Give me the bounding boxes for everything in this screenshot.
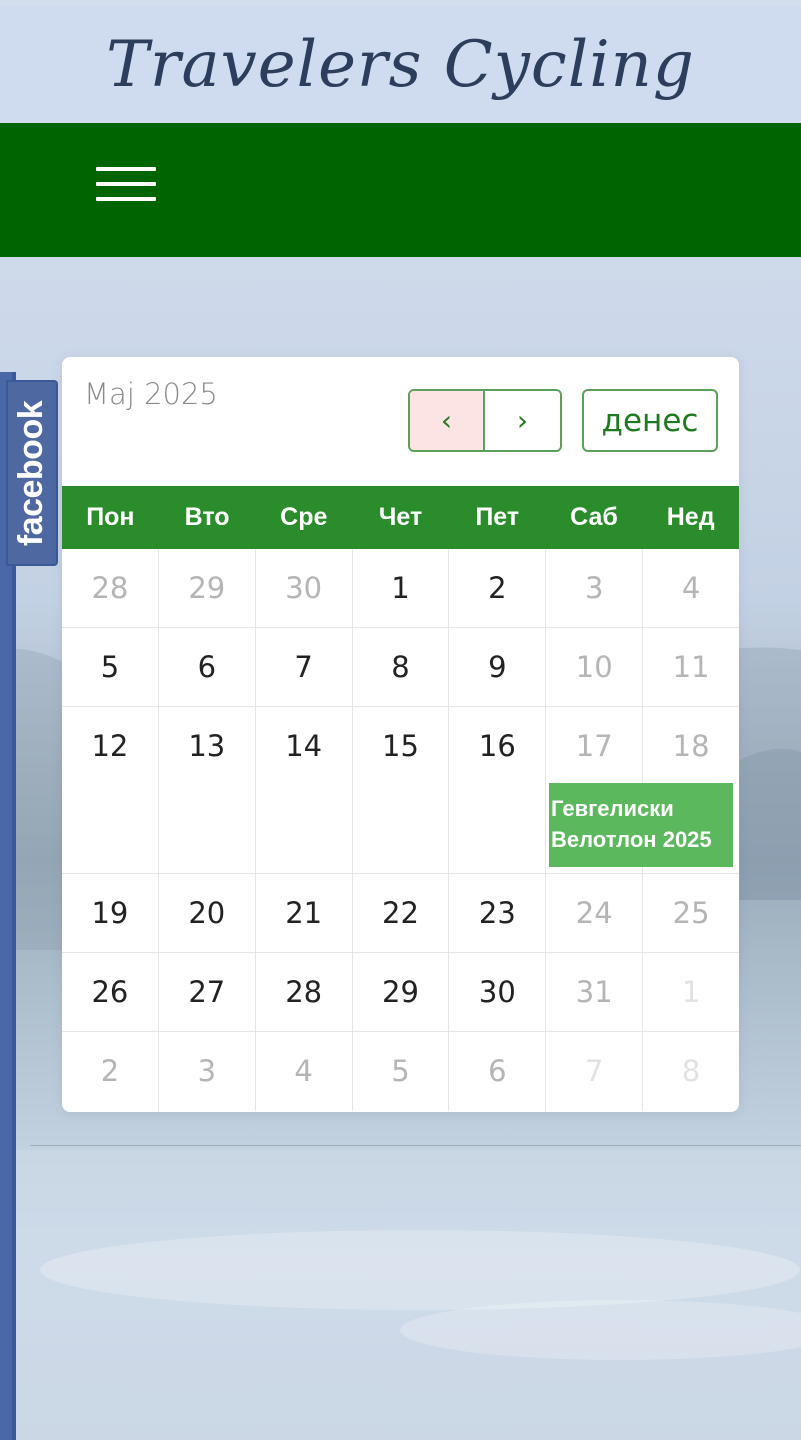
weekday-sat: Саб — [570, 503, 618, 531]
calendar-month-title: Maj 2025 — [84, 377, 218, 411]
calendar-day[interactable]: 12 — [62, 707, 159, 873]
event-calendar: Maj 2025 ‹ › денес Пон Вто Сре Чет Пет С… — [62, 357, 739, 1112]
calendar-day[interactable]: 24 — [546, 874, 644, 952]
facebook-tab[interactable]: facebook — [6, 380, 58, 566]
calendar-day[interactable]: 29 — [159, 549, 256, 627]
calendar-day[interactable]: 4 — [256, 1032, 353, 1111]
weekday-sun: Нед — [666, 503, 715, 531]
calendar-day[interactable]: 8 — [643, 1032, 739, 1111]
weekday-fri: Пет — [475, 503, 520, 531]
calendar-day[interactable]: 1 — [643, 953, 739, 1031]
calendar-day[interactable]: 7 — [256, 628, 353, 706]
calendar-week: 5 6 7 8 9 10 11 — [62, 628, 739, 707]
calendar-day[interactable]: 30 — [449, 953, 547, 1031]
calendar-weekday-header: Пон Вто Сре Чет Пет Саб Нед — [62, 486, 739, 549]
calendar-day[interactable]: 29 — [353, 953, 450, 1031]
calendar-day[interactable]: 8 — [353, 628, 450, 706]
calendar-day[interactable]: 23 — [449, 874, 547, 952]
weekday-wed: Сре — [280, 503, 328, 531]
calendar-day[interactable]: 6 — [159, 628, 256, 706]
calendar-day[interactable]: 10 — [546, 628, 644, 706]
prev-month-button[interactable]: ‹ — [410, 391, 485, 450]
weekday-mon: Пон — [86, 503, 135, 531]
calendar-week: 26 27 28 29 30 31 1 — [62, 953, 739, 1032]
calendar-day[interactable]: 26 — [62, 953, 159, 1031]
calendar-day[interactable]: 30 — [256, 549, 353, 627]
calendar-day[interactable]: 15 — [353, 707, 450, 873]
calendar-day[interactable]: 16 — [449, 707, 547, 873]
calendar-day[interactable]: 1 — [353, 549, 450, 627]
calendar-day[interactable]: 3 — [159, 1032, 256, 1111]
calendar-day[interactable]: 13 — [159, 707, 256, 873]
calendar-day[interactable]: 21 — [256, 874, 353, 952]
calendar-day[interactable]: 25 — [643, 874, 739, 952]
calendar-day[interactable]: 27 — [159, 953, 256, 1031]
calendar-day[interactable]: 3 — [546, 549, 644, 627]
calendar-day[interactable]: 2 — [62, 1032, 159, 1111]
weekday-tue: Вто — [184, 503, 230, 531]
calendar-day[interactable]: 19 — [62, 874, 159, 952]
calendar-event[interactable]: Гевгелиски Велотлон 2025 — [549, 783, 733, 867]
calendar-day[interactable]: 11 — [643, 628, 739, 706]
facebook-tab-label: facebook — [12, 400, 51, 546]
calendar-week: 19 20 21 22 23 24 25 — [62, 874, 739, 953]
calendar-day[interactable]: 5 — [353, 1032, 450, 1111]
divider — [30, 1145, 801, 1146]
hamburger-menu-icon[interactable] — [94, 165, 158, 203]
calendar-week: 28 29 30 1 2 3 4 — [62, 549, 739, 628]
calendar-day[interactable]: 9 — [449, 628, 547, 706]
calendar-day[interactable]: 31 — [546, 953, 644, 1031]
weekday-thu: Чет — [378, 503, 423, 531]
next-month-button[interactable]: › — [485, 391, 560, 450]
calendar-day[interactable]: 2 — [449, 549, 547, 627]
site-title[interactable]: Travelers Cycling — [0, 6, 801, 123]
calendar-nav-group: ‹ › — [408, 389, 562, 452]
calendar-week: 2 3 4 5 6 7 8 — [62, 1032, 739, 1111]
calendar-day[interactable]: 28 — [256, 953, 353, 1031]
calendar-day[interactable]: 22 — [353, 874, 450, 952]
calendar-day[interactable]: 4 — [643, 549, 739, 627]
calendar-day[interactable]: 28 — [62, 549, 159, 627]
calendar-day[interactable]: 20 — [159, 874, 256, 952]
today-button[interactable]: денес — [582, 389, 718, 452]
calendar-day[interactable]: 6 — [449, 1032, 547, 1111]
calendar-day[interactable]: 5 — [62, 628, 159, 706]
calendar-day[interactable]: 7 — [546, 1032, 644, 1111]
calendar-day[interactable]: 14 — [256, 707, 353, 873]
